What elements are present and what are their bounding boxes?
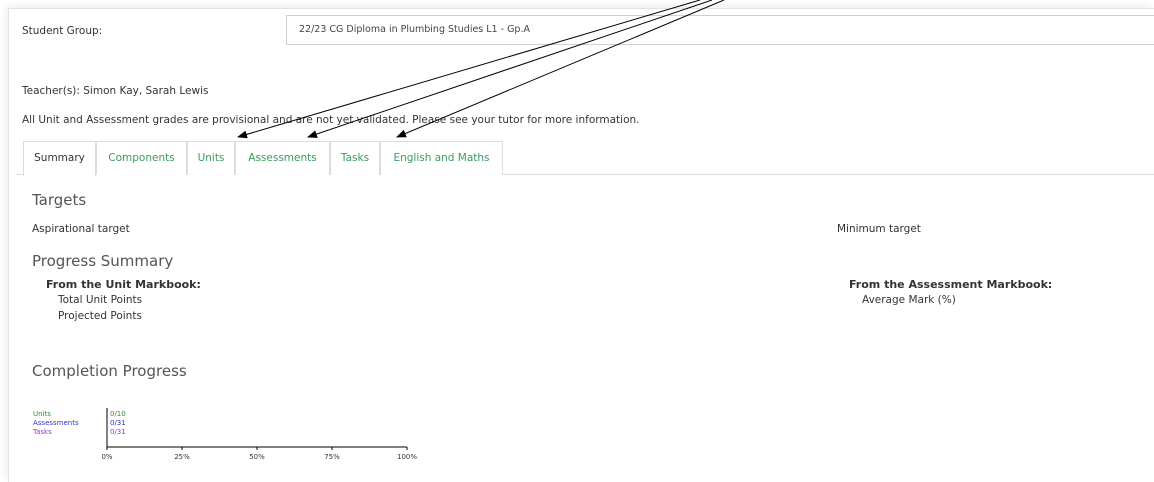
chart-category-label: Tasks xyxy=(32,428,52,436)
chart-value-label: 0/31 xyxy=(110,419,126,427)
tab-components[interactable]: Components xyxy=(96,141,187,175)
chart-tick-label: 25% xyxy=(174,453,190,461)
tab-summary[interactable]: Summary xyxy=(23,141,96,176)
teachers-text: Teacher(s): Simon Kay, Sarah Lewis xyxy=(22,85,209,97)
chart-tick-label: 50% xyxy=(249,453,265,461)
chart-tick-label: 75% xyxy=(324,453,340,461)
chart-tick-label: 100% xyxy=(397,453,417,461)
student-group-select[interactable]: 22/23 CG Diploma in Plumbing Studies L1 … xyxy=(286,15,1154,45)
chart-category-label: Units xyxy=(33,410,51,418)
provisional-notice: All Unit and Assessment grades are provi… xyxy=(22,114,640,126)
chart-category-label: Assessments xyxy=(33,419,79,427)
projected-points-label: Projected Points xyxy=(58,310,142,322)
tab-english-and-maths[interactable]: English and Maths xyxy=(380,141,503,175)
student-group-label: Student Group: xyxy=(22,25,103,37)
tab-tasks[interactable]: Tasks xyxy=(330,141,380,175)
completion-chart: Units 0/10 Assessments 0/31 Tasks 0/31 0% 25% 50… xyxy=(32,408,417,461)
assessment-markbook-label: From the Assessment Markbook: xyxy=(849,278,1053,291)
chart-value-label: 0/10 xyxy=(110,410,126,418)
student-group-value: 22/23 CG Diploma in Plumbing Studies L1 … xyxy=(299,24,530,35)
tab-assessments[interactable]: Assessments xyxy=(235,141,330,175)
average-mark-label: Average Mark (%) xyxy=(862,294,956,306)
aspirational-target-label: Aspirational target xyxy=(32,223,130,235)
chart-value-label: 0/31 xyxy=(110,428,126,436)
minimum-target-label: Minimum target xyxy=(837,223,921,235)
chart-tick-label: 0% xyxy=(101,453,112,461)
progress-summary-heading: Progress Summary xyxy=(32,252,174,270)
tab-units[interactable]: Units xyxy=(187,141,235,175)
completion-progress-heading: Completion Progress xyxy=(32,362,187,380)
total-unit-points-label: Total Unit Points xyxy=(58,294,143,306)
unit-markbook-label: From the Unit Markbook: xyxy=(46,278,201,291)
targets-heading: Targets xyxy=(32,191,87,209)
